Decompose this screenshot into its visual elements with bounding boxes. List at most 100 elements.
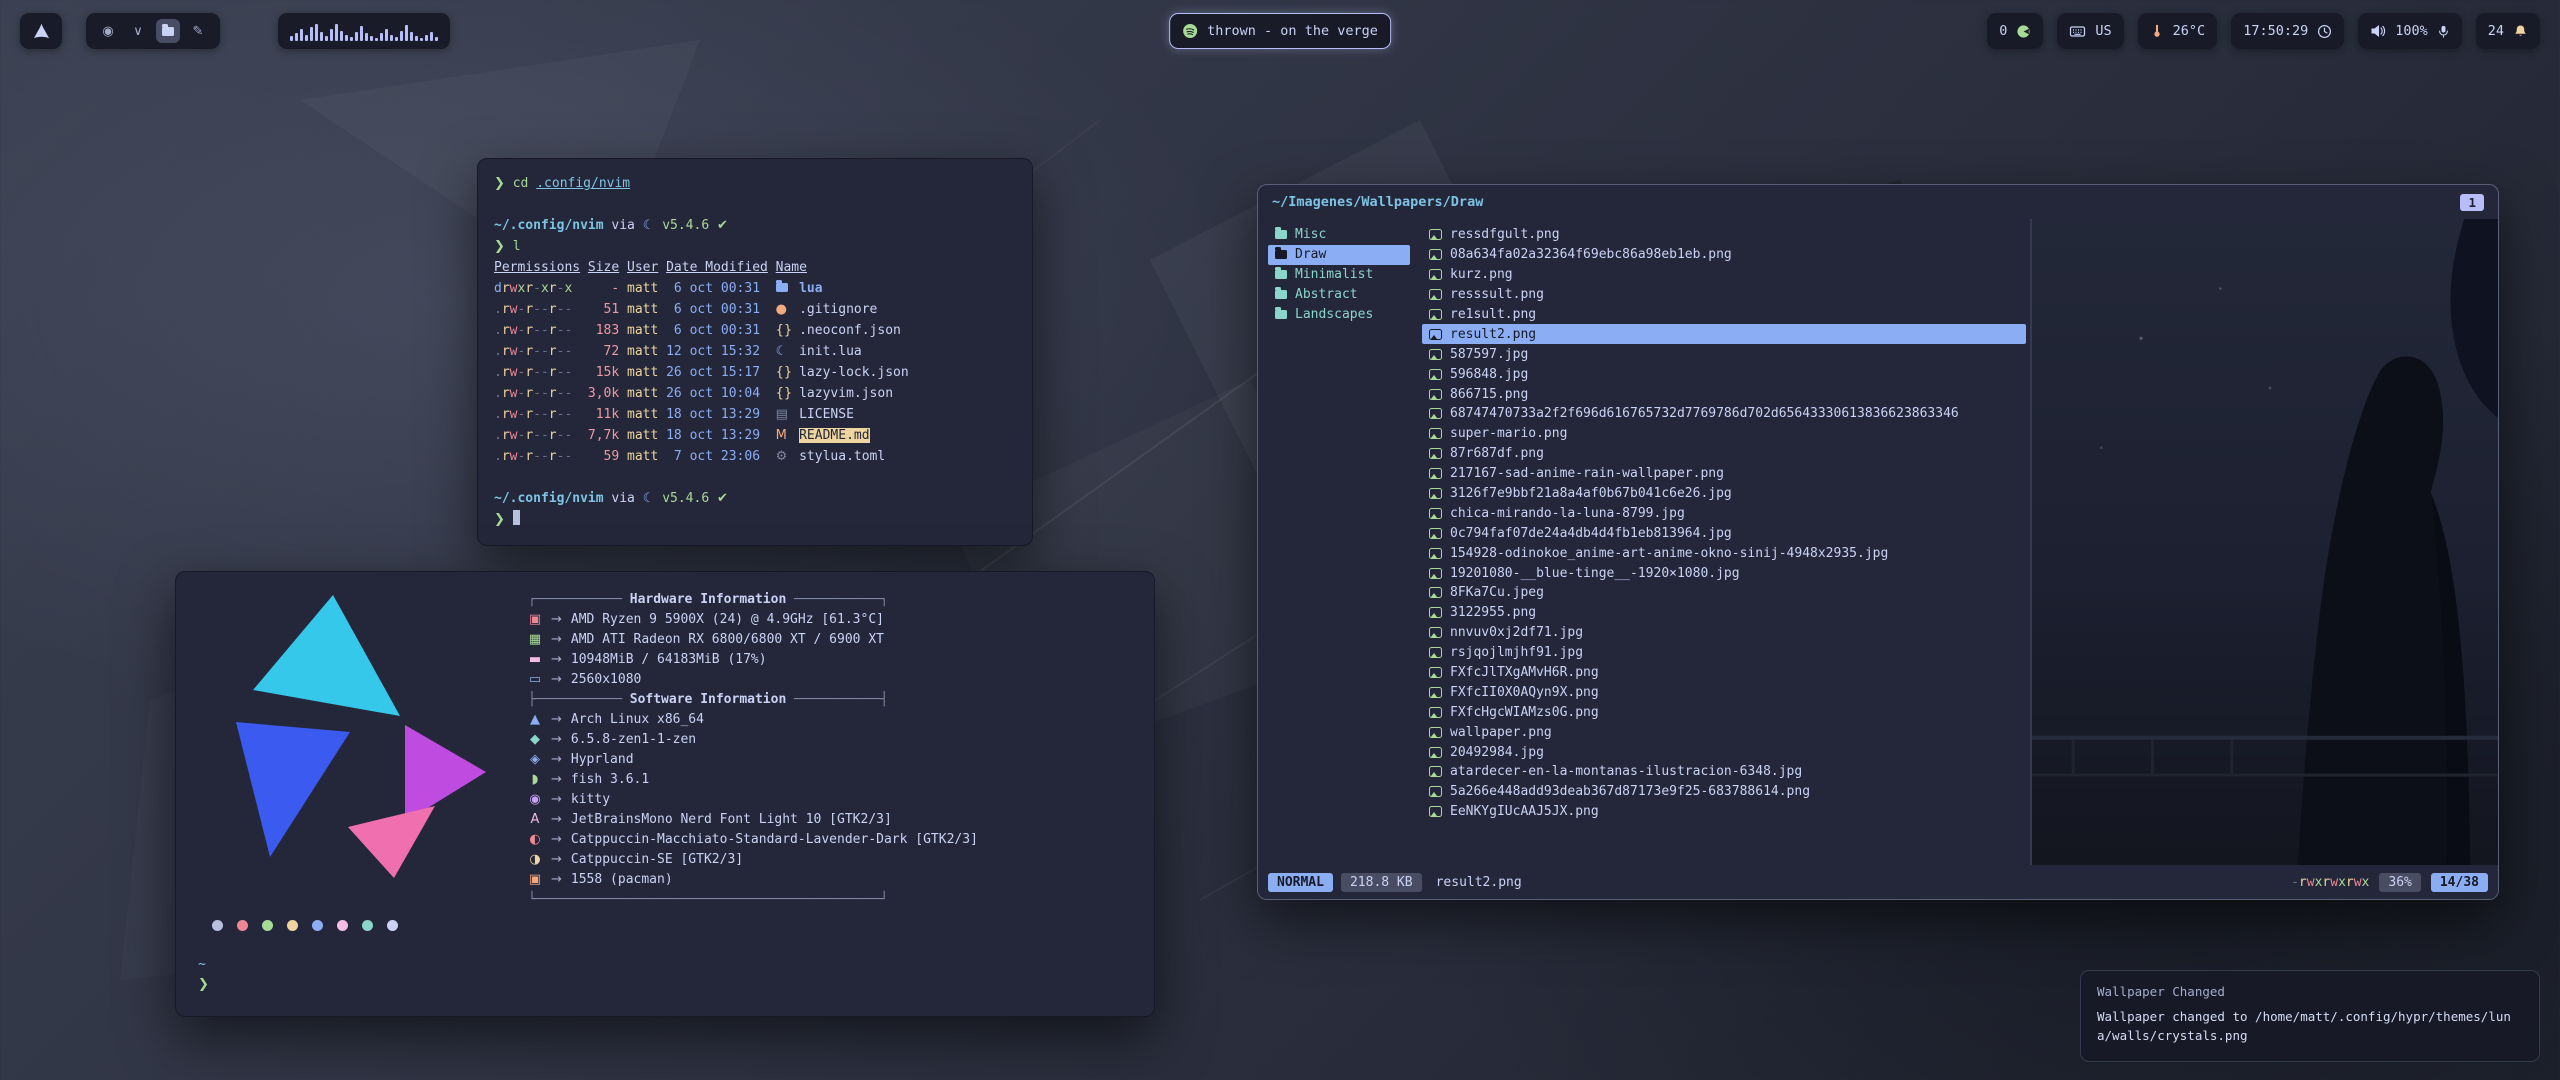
image-file-icon <box>1429 766 1442 777</box>
clock-module[interactable]: 17:50:29 <box>2231 13 2344 49</box>
launcher-button[interactable] <box>20 13 62 49</box>
fetch-item-icon: ◗ <box>528 770 542 790</box>
file-row[interactable]: 87r687df.png <box>1422 444 2026 464</box>
file-row[interactable]: 8FKa7Cu.jpeg <box>1422 583 2026 603</box>
file-row[interactable]: 20492984.jpg <box>1422 742 2026 762</box>
fetch-item-value: Catppuccin-Macchiato-Standard-Lavender-D… <box>571 830 978 850</box>
image-file-icon <box>1429 528 1442 539</box>
image-file-icon <box>1429 548 1442 559</box>
file-row[interactable]: 3126f7e9bbf21a8a4af0b67b041c6e26.jpg <box>1422 484 2026 504</box>
file-permissions: .rw-r--r-- <box>494 320 580 341</box>
software-section-header: ├─────────── Software Information ──────… <box>528 690 1132 710</box>
file-size: 15k <box>588 362 619 383</box>
clock-value: 17:50:29 <box>2243 23 2308 39</box>
workspace-files[interactable] <box>156 19 180 43</box>
file-row[interactable]: resssult.png <box>1422 285 2026 305</box>
palette-color-dot <box>212 920 223 931</box>
notification-popup[interactable]: Wallpaper Changed Wallpaper changed to /… <box>2080 970 2540 1062</box>
file-name: .gitignore <box>799 299 1016 320</box>
sidebar-folder-abstract[interactable]: Abstract <box>1268 285 1410 305</box>
file-row[interactable]: 154928-odinokoe_anime-art-anime-okno-sin… <box>1422 543 2026 563</box>
file-row[interactable]: re1sult.png <box>1422 305 2026 325</box>
document-icon: ▤ <box>776 407 788 422</box>
image-preview <box>2032 219 2498 865</box>
file-row[interactable]: 596848.jpg <box>1422 364 2026 384</box>
fetch-item-icon: ◆ <box>528 730 542 750</box>
keyboard-layout-module[interactable]: US <box>2057 13 2123 49</box>
image-file-icon <box>1429 667 1442 678</box>
file-name: re1sult.png <box>1450 307 1536 322</box>
volume-module[interactable]: 100% <box>2358 13 2462 49</box>
file-permissions: drwxr-xr-x <box>494 278 580 299</box>
file-row[interactable]: 19201080-__blue-tinge__-1920×1080.jpg <box>1422 563 2026 583</box>
prompt-char: ❯ <box>494 176 505 191</box>
file-row[interactable]: chica-mirando-la-luna-8799.jpg <box>1422 503 2026 523</box>
file-row[interactable]: EeNKYgIUcAAJ5JX.png <box>1422 802 2026 822</box>
file-row[interactable]: 866715.png <box>1422 384 2026 404</box>
file-row[interactable]: 0c794faf07de24a4db4d4fb1eb813964.jpg <box>1422 523 2026 543</box>
file-row[interactable]: FXfcII0X0AQyn9X.png <box>1422 682 2026 702</box>
breadcrumb: ~/Imagenes/Wallpapers/Draw <box>1272 194 1483 210</box>
palette-color-dot <box>312 920 323 931</box>
file-name: 0c794faf07de24a4db4d4fb1eb813964.jpg <box>1450 526 1732 541</box>
file-size: 3,0k <box>588 383 619 404</box>
arrow-icon: → <box>551 710 562 730</box>
file-row[interactable]: kurz.png <box>1422 265 2026 285</box>
prompt-line: ~/.config/nvim via ☾ v5.4.6 ✔ <box>494 215 1016 236</box>
workspace-browser[interactable]: ◉ <box>96 19 120 43</box>
json-icon: {} <box>776 365 793 380</box>
updates-module[interactable]: 0 <box>1987 13 2043 49</box>
image-file-icon <box>1429 488 1442 499</box>
speaker-icon <box>2370 24 2386 38</box>
file-permissions: -rwxrwxrwx <box>2291 875 2369 890</box>
image-file-icon <box>1429 468 1442 479</box>
fetch-info-row: ◈→Hyprland <box>528 750 1132 770</box>
fetch-info-row: ▣→1558 (pacman) <box>528 870 1132 890</box>
file-row[interactable]: 68747470733a2f2f696d616765732d7769786d70… <box>1422 404 2026 424</box>
file-name: 596848.jpg <box>1450 367 1528 382</box>
file-row[interactable]: 587597.jpg <box>1422 344 2026 364</box>
fetch-item-icon: ▲ <box>528 710 542 730</box>
sidebar-folder-minimalist[interactable]: Minimalist <box>1268 265 1410 285</box>
file-row[interactable]: 217167-sad-anime-rain-wallpaper.png <box>1422 464 2026 484</box>
fetch-item-icon: ▣ <box>528 870 542 890</box>
file-row[interactable]: 5a266e448add93deab367d87173e9f25-6837886… <box>1422 782 2026 802</box>
file-name: ressdfgult.png <box>1450 227 1560 242</box>
tab-indicator[interactable]: 1 <box>2460 194 2484 211</box>
image-file-icon <box>1429 229 1442 240</box>
sidebar-folder-draw[interactable]: Draw <box>1268 245 1410 265</box>
fetch-item-value: kitty <box>571 790 610 810</box>
audio-visualizer[interactable] <box>278 13 450 49</box>
image-file-icon <box>1429 627 1442 638</box>
sidebar-folder-landscapes[interactable]: Landscapes <box>1268 305 1410 325</box>
fetch-item-icon: ◑ <box>528 850 542 870</box>
file-row[interactable]: ressdfgult.png <box>1422 225 2026 245</box>
file-name: lazyvim.json <box>799 383 1016 404</box>
file-row[interactable]: super-mario.png <box>1422 424 2026 444</box>
temperature-module[interactable]: 26°C <box>2138 13 2218 49</box>
notifications-module[interactable]: 24 <box>2476 13 2540 49</box>
file-row[interactable]: FXfcJlTXgAMvH6R.png <box>1422 663 2026 683</box>
workspace-editor[interactable]: ∨ <box>126 19 150 43</box>
eza-column-header: Name <box>776 257 1016 278</box>
arch-logo-icon <box>32 22 51 41</box>
via-word: via <box>611 491 634 506</box>
sidebar-folder-misc[interactable]: Misc <box>1268 225 1410 245</box>
file-row[interactable]: result2.png <box>1422 324 2026 344</box>
file-row[interactable]: nnvuv0xj2df71.jpg <box>1422 623 2026 643</box>
eza-file-row: .rw-r--r--183matt 6 oct 00:31{}.neoconf.… <box>494 320 1016 341</box>
file-row[interactable]: atardecer-en-la-montanas-ilustracion-634… <box>1422 762 2026 782</box>
folder-icon <box>1275 310 1287 319</box>
file-listing: PermissionsSizeUserDate ModifiedNamedrwx… <box>494 257 1016 467</box>
file-row[interactable]: rsjqojlmjhf91.jpg <box>1422 643 2026 663</box>
file-permissions: .rw-r--r-- <box>494 362 580 383</box>
arrow-icon: → <box>551 850 562 870</box>
file-row[interactable]: 08a634fa02a32364f69ebc86a98eb1eb.png <box>1422 245 2026 265</box>
workspace-draw[interactable]: ✎ <box>186 19 210 43</box>
folder-icon <box>1275 290 1287 299</box>
file-row[interactable]: 3122955.png <box>1422 603 2026 623</box>
file-row[interactable]: FXfcHgcWIAMzs0G.png <box>1422 702 2026 722</box>
file-row[interactable]: wallpaper.png <box>1422 722 2026 742</box>
file-name: FXfcJlTXgAMvH6R.png <box>1450 665 1599 680</box>
music-widget[interactable]: thrown - on the verge <box>1169 13 1391 49</box>
